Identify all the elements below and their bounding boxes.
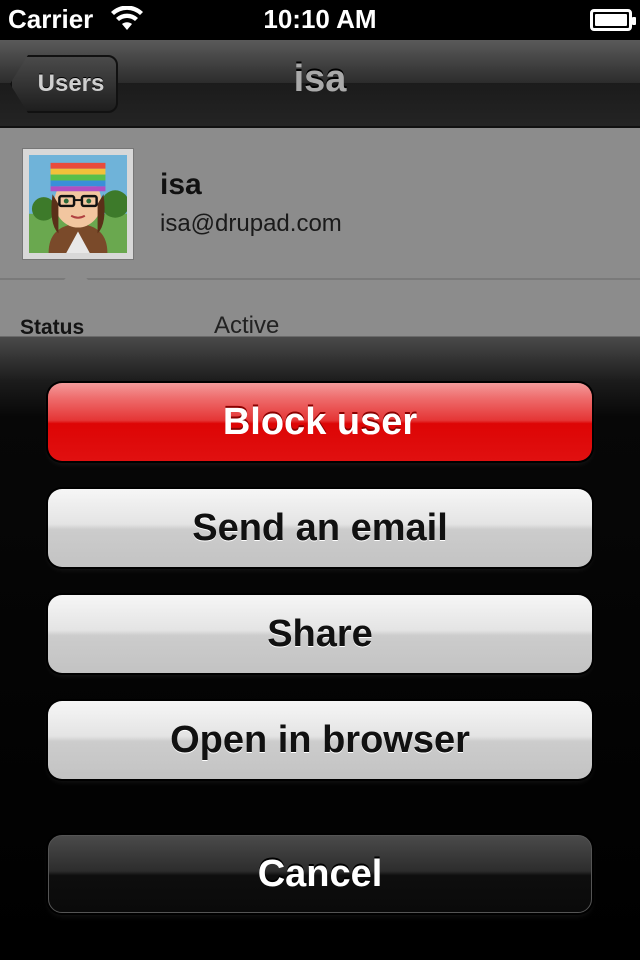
caret-indicator	[64, 266, 88, 280]
avatar	[22, 148, 134, 260]
action-sheet: Block user Send an email Share Open in b…	[0, 336, 640, 960]
profile-header: isa isa@drupad.com	[0, 128, 640, 278]
share-button[interactable]: Share	[48, 595, 592, 673]
navigation-bar: Users isa	[0, 40, 640, 128]
battery-icon	[590, 9, 636, 31]
status-bar: Carrier 10:10 AM	[0, 0, 640, 40]
cancel-button[interactable]: Cancel	[48, 835, 592, 913]
block-user-button[interactable]: Block user	[48, 383, 592, 461]
clock: 10:10 AM	[263, 4, 377, 34]
user-name: isa	[160, 168, 202, 201]
user-email: isa@drupad.com	[160, 210, 342, 237]
send-email-button[interactable]: Send an email	[48, 489, 592, 567]
status-row: Status Active	[0, 266, 640, 339]
page-title: isa	[293, 58, 347, 100]
avatar-image	[29, 155, 127, 253]
open-in-browser-button[interactable]: Open in browser	[48, 701, 592, 779]
